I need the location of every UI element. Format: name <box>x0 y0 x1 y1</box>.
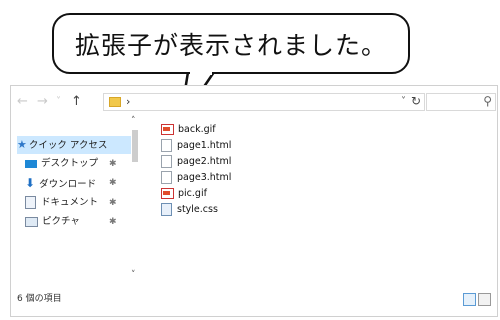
nav-item-label: ピクチャ <box>42 216 80 227</box>
nav-item-label: ダウンロード <box>39 179 97 190</box>
nav-item-quick-access[interactable]: ★ クイック アクセス <box>17 136 131 154</box>
search-icon[interactable]: ⚲ <box>483 94 492 108</box>
html-file-icon <box>161 139 172 152</box>
address-bar[interactable]: › ˅ ↻ <box>103 93 425 111</box>
refresh-icon[interactable]: ↻ <box>411 94 421 108</box>
explorer-window: ← → ˅ ↑ › ˅ ↻ ⚲ ★ クイック アクセス デスクトップ ✱ ⬇ ダウン… <box>10 85 498 317</box>
file-name: pic.gif <box>178 188 207 199</box>
folder-icon <box>109 97 121 107</box>
file-name: style.css <box>177 204 218 215</box>
star-icon: ★ <box>17 138 27 151</box>
callout-text: 拡張子が表示されました。 <box>74 30 387 60</box>
nav-item-downloads[interactable]: ⬇ ダウンロード <box>25 174 96 192</box>
html-file-icon <box>161 155 172 168</box>
breadcrumb-chevron-icon[interactable]: › <box>126 95 130 108</box>
pin-icon[interactable]: ✱ <box>109 159 117 169</box>
scroll-up-icon[interactable]: ˄ <box>131 116 136 126</box>
nav-item-documents[interactable]: ドキュメント <box>25 194 98 212</box>
forward-button[interactable]: → <box>37 92 48 112</box>
file-name: page3.html <box>177 172 232 183</box>
gif-file-icon <box>161 124 174 135</box>
nav-item-pictures[interactable]: ピクチャ <box>25 213 80 231</box>
file-name: back.gif <box>178 124 216 135</box>
search-input[interactable]: ⚲ <box>426 93 496 111</box>
list-item[interactable]: page3.html <box>161 171 231 185</box>
status-bar-item-count: 6 個の項目 <box>17 294 62 304</box>
list-item[interactable]: page2.html <box>161 155 231 169</box>
address-row: ← → ˅ ↑ › ˅ ↻ ⚲ <box>11 92 497 112</box>
view-toggle <box>461 289 491 308</box>
nav-item-label: デスクトップ <box>41 158 99 169</box>
pin-icon[interactable]: ✱ <box>109 178 117 188</box>
list-item[interactable]: style.css <box>161 203 218 217</box>
file-name: page1.html <box>177 140 232 151</box>
gif-file-icon <box>161 188 174 199</box>
callout-bubble: 拡張子が表示されました。 <box>52 13 410 74</box>
list-item[interactable]: back.gif <box>161 123 216 137</box>
large-icons-view-icon[interactable] <box>478 293 491 306</box>
list-item[interactable]: page1.html <box>161 139 231 153</box>
pin-icon[interactable]: ✱ <box>109 198 117 208</box>
documents-icon <box>25 196 36 209</box>
recent-locations-button[interactable]: ˅ <box>56 92 61 112</box>
nav-item-label: クイック アクセス <box>28 140 108 151</box>
desktop-icon <box>25 159 37 168</box>
html-file-icon <box>161 171 172 184</box>
list-item[interactable]: pic.gif <box>161 187 207 201</box>
address-dropdown-icon[interactable]: ˅ <box>401 96 406 107</box>
file-name: page2.html <box>177 156 232 167</box>
scroll-down-icon[interactable]: ˅ <box>131 270 136 280</box>
nav-item-label: ドキュメント <box>41 197 99 208</box>
nav-pane-scrollbar[interactable]: ˄ ˅ <box>131 114 139 284</box>
back-button[interactable]: ← <box>17 92 28 112</box>
download-icon: ⬇ <box>25 176 36 190</box>
details-view-icon[interactable] <box>463 293 476 306</box>
css-file-icon <box>161 203 172 216</box>
pin-icon[interactable]: ✱ <box>109 217 117 227</box>
nav-item-desktop[interactable]: デスクトップ <box>25 155 98 173</box>
pictures-icon <box>25 216 38 227</box>
up-button[interactable]: ↑ <box>71 92 82 112</box>
scroll-thumb[interactable] <box>132 130 138 162</box>
navigation-pane: ★ クイック アクセス デスクトップ ✱ ⬇ ダウンロード ✱ ドキュメント ✱ ピ… <box>11 118 143 288</box>
